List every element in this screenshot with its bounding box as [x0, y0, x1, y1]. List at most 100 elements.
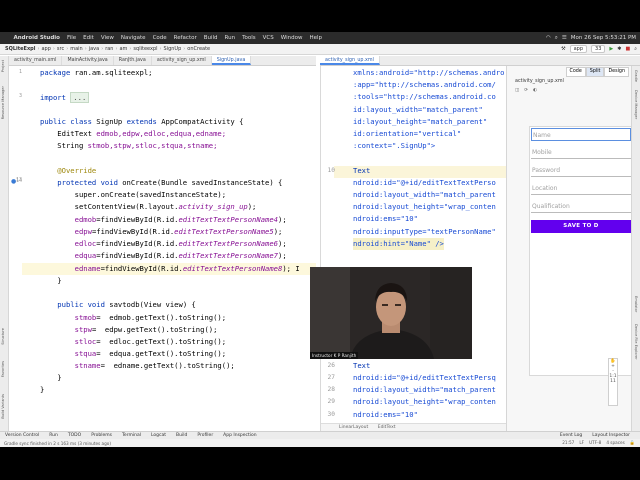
tool-layout-inspector[interactable]: Layout Inspector [587, 433, 635, 438]
wifi-icon[interactable]: ◠ [546, 35, 551, 41]
tab-ranjth-java[interactable]: RanJth.java [114, 56, 152, 65]
breadcrumb-package[interactable]: sqliteexpl [131, 46, 159, 52]
layers-icon[interactable]: ◫ [515, 88, 519, 93]
line-separator[interactable]: LF [579, 440, 584, 446]
xml-code-line: id:layout_height="match_parent" [353, 116, 488, 126]
menu-refactor[interactable]: Refactor [170, 35, 200, 41]
indent-setting[interactable]: 4 spaces [606, 440, 624, 446]
preview-field-mobile[interactable]: Mobile [531, 146, 631, 159]
tool-version-control[interactable]: Version Control [0, 433, 44, 438]
orientation-icon[interactable]: ⟳ [524, 88, 528, 93]
stop-icon[interactable]: ■ [625, 46, 630, 52]
breadcrumb-method[interactable]: onCreate [185, 46, 212, 52]
navigation-bar: SQLiteExpl › app › src › main › java › ran › a… [0, 44, 640, 55]
code-line-get-stloc: stloc= edloc.getText().toString(); [40, 336, 226, 348]
caret-position[interactable]: 21:57 [562, 440, 574, 446]
keyword: import [40, 93, 66, 102]
run-icon[interactable]: ▶ [609, 46, 613, 52]
design-toolbar: ◫ ⟳ ◐ [515, 88, 537, 93]
tool-emulator[interactable]: Emulator [634, 296, 638, 312]
menu-window[interactable]: Window [277, 35, 306, 41]
xml-breadcrumb-edittext[interactable]: EditText [378, 425, 396, 430]
xml-code-line: :tools="http://schemas.android.co [353, 92, 496, 102]
menu-edit[interactable]: Edit [80, 35, 98, 41]
tool-build-variants[interactable]: Build Variants [1, 394, 5, 419]
tool-profiler[interactable]: Profiler [192, 433, 218, 438]
device-select[interactable]: 33 [591, 45, 606, 53]
status-message[interactable]: Gradle sync finished in 2 s 163 ms (3 mi… [4, 441, 111, 446]
xml-editor[interactable]: xmlns:android="http://schemas.andro:app=… [320, 66, 506, 431]
theme-icon[interactable]: ◐ [533, 88, 537, 93]
tool-build[interactable]: Build [171, 433, 192, 438]
code-text: setContentView(R.layout. [40, 202, 179, 211]
lock-icon[interactable]: 🔓 [630, 440, 635, 446]
override-marker-icon[interactable]: ● [11, 178, 16, 185]
zoom-controls: ✋ + - 1:1 11 [608, 358, 618, 406]
breadcrumb-project[interactable]: SQLiteExpl [3, 46, 37, 52]
tab-main-activity-java[interactable]: MainActivity.java [62, 56, 114, 65]
view-mode-split[interactable]: Split [585, 67, 605, 77]
breadcrumb-ran[interactable]: ran [103, 46, 115, 52]
breadcrumb-class[interactable]: SignUp [162, 46, 184, 52]
view-mode-code[interactable]: Code [565, 67, 586, 77]
tab-activity-main-xml[interactable]: activity_main.xml [9, 56, 63, 65]
menu-navigate[interactable]: Navigate [117, 35, 149, 41]
hammer-icon[interactable]: ⚒ [561, 46, 565, 52]
xml-breadcrumb-linearlayout[interactable]: LinearLayout [339, 425, 368, 430]
code-text: =findViewById(R.id. [96, 215, 179, 224]
preview-field-password[interactable]: Password [531, 164, 631, 177]
tool-app-inspection[interactable]: App Inspection [218, 433, 261, 438]
tab-activity-sign-up-xml-right[interactable]: activity_sign_up.xml [320, 56, 380, 65]
tool-resource-manager[interactable]: Resource Manager [1, 86, 5, 119]
instructor-video-frame [310, 267, 472, 359]
view-mode-design[interactable]: Design [604, 67, 629, 77]
tool-gradle[interactable]: Gradle [634, 70, 638, 82]
tool-logcat[interactable]: Logcat [146, 433, 171, 438]
preview-save-button[interactable]: SAVE TO D [531, 220, 631, 233]
folded-imports[interactable]: ... [70, 92, 90, 103]
tool-todo[interactable]: TODO [63, 433, 86, 438]
tool-structure[interactable]: Structure [1, 328, 5, 345]
search-everywhere-icon[interactable]: ⌕ [634, 46, 637, 52]
tool-run[interactable]: Run [44, 433, 63, 438]
xml-code-line: ndroid:ems="10" [353, 409, 418, 419]
tool-device-manager[interactable]: Device Manager [634, 90, 638, 119]
tool-problems[interactable]: Problems [86, 433, 117, 438]
run-config-select[interactable]: app [569, 45, 588, 53]
breadcrumb-am[interactable]: am [117, 46, 129, 52]
breadcrumb-src[interactable]: src [55, 46, 66, 52]
menu-tools[interactable]: Tools [239, 35, 260, 41]
menu-app-name[interactable]: Android Studio [10, 35, 63, 41]
menu-file[interactable]: File [63, 35, 79, 41]
menu-build[interactable]: Build [200, 35, 221, 41]
control-center-icon[interactable]: ☰ [562, 35, 567, 41]
menu-clock[interactable]: Mon 26 Sep 5:53:21 PM [571, 35, 636, 41]
tool-device-file-explorer[interactable]: Device File Explorer [634, 324, 638, 360]
view-mode-switch: Code Split Design [565, 67, 629, 77]
breadcrumb-java[interactable]: java [87, 46, 101, 52]
menu-code[interactable]: Code [149, 35, 170, 41]
debug-icon[interactable]: ✱ [617, 46, 621, 52]
menu-view[interactable]: View [97, 35, 117, 41]
tab-activity-sign-up-xml[interactable]: activity_sign_up.xml [152, 56, 212, 65]
preview-field-name[interactable]: Name [531, 128, 631, 141]
tool-terminal[interactable]: Terminal [117, 433, 146, 438]
code-text: ); [273, 227, 283, 236]
search-icon[interactable]: ⌕ [555, 35, 558, 42]
preview-field-qualification[interactable]: Qualification [531, 200, 631, 213]
field-ref: stqua [40, 349, 97, 358]
menu-help[interactable]: Help [306, 35, 326, 41]
tab-signup-java[interactable]: SignUp.java [211, 56, 252, 65]
code-line-close-class: } [40, 385, 45, 394]
breadcrumb-main[interactable]: main [68, 46, 85, 52]
menu-run[interactable]: Run [221, 35, 239, 41]
preview-field-location[interactable]: Location [531, 182, 631, 195]
webcam-label: Instructor K P Ranjith [310, 352, 359, 359]
tool-favorites[interactable]: Favorites [1, 361, 5, 377]
java-editor[interactable]: 1 3 13 14 package ran.am.sqliteexpl; imp… [9, 66, 316, 431]
file-encoding[interactable]: UTF-8 [589, 440, 601, 446]
tool-project[interactable]: Project [1, 60, 5, 72]
menu-vcs[interactable]: VCS [259, 35, 277, 41]
tool-event-log[interactable]: Event Log [555, 433, 587, 438]
breadcrumb-module[interactable]: app [39, 46, 52, 52]
